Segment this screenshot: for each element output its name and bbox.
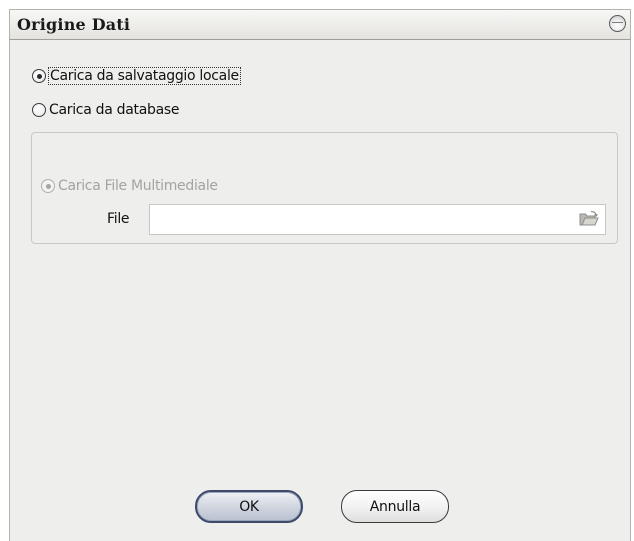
ok-button[interactable]: OK: [195, 490, 303, 523]
cancel-button[interactable]: Annulla: [341, 490, 449, 523]
radio-button-icon[interactable]: [32, 69, 46, 83]
radio-database[interactable]: Carica da database: [32, 101, 179, 119]
file-path-input[interactable]: [149, 204, 606, 235]
radio-local-save[interactable]: Carica da salvataggio locale: [32, 67, 241, 85]
file-field-label: File: [107, 211, 130, 227]
radio-button-icon[interactable]: [32, 103, 46, 117]
dialog-titlebar: Origine Dati: [9, 9, 631, 40]
radio-multimedia-file: Carica File Multimediale: [41, 177, 218, 195]
radio-database-label[interactable]: Carica da database: [49, 102, 179, 118]
collapse-icon[interactable]: [609, 15, 626, 32]
open-folder-icon[interactable]: [579, 210, 599, 227]
radio-multimedia-file-label: Carica File Multimediale: [58, 178, 218, 194]
radio-button-icon: [41, 179, 55, 193]
radio-local-save-label[interactable]: Carica da salvataggio locale: [48, 67, 241, 85]
dialog-title: Origine Dati: [17, 15, 131, 34]
origine-dati-dialog: Origine Dati Carica da salvataggio local…: [0, 0, 634, 541]
